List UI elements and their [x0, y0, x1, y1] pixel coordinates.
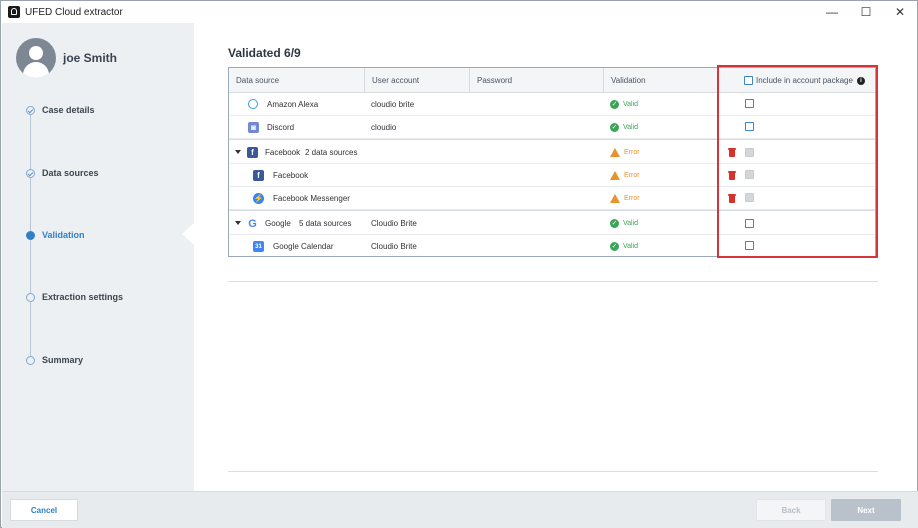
- footer-bar: Cancel Back Next: [2, 491, 918, 528]
- step-pending-icon: [26, 292, 35, 302]
- step-label: Data sources: [42, 168, 99, 178]
- step-case-details[interactable]: Case details: [26, 105, 95, 115]
- row-source-count: 2 data sources: [305, 148, 358, 157]
- wizard-sidebar: joe Smith Case details Data sources Vali…: [2, 23, 195, 491]
- check-circle-icon: ✓: [610, 123, 619, 132]
- include-checkbox[interactable]: [745, 99, 754, 108]
- row-source-name: Facebook: [273, 171, 309, 180]
- table-row[interactable]: ◙ Discord cloudio ✓ Valid: [229, 116, 875, 139]
- row-source-name: Discord: [267, 123, 295, 132]
- table-row[interactable]: 31 Google Calendar Cloudio Brite ✓ Valid: [229, 235, 875, 258]
- include-checkbox[interactable]: [745, 219, 754, 228]
- row-user-account: Cloudio Brite: [371, 242, 417, 251]
- step-pending-icon: [26, 355, 35, 365]
- step-validation[interactable]: Validation: [26, 230, 85, 240]
- facebook-icon: f: [253, 170, 264, 181]
- delete-icon[interactable]: [728, 171, 736, 180]
- step-done-icon: [26, 105, 35, 115]
- user-name: joe Smith: [63, 51, 118, 65]
- column-header-validation[interactable]: Validation: [604, 68, 718, 93]
- select-all-checkbox[interactable]: [744, 76, 753, 85]
- row-user-account: cloudio: [371, 123, 397, 132]
- include-header-label: Include in account package: [756, 76, 853, 85]
- maximize-button[interactable]: ☐: [849, 1, 883, 23]
- window-controls: — ☐ ✕: [815, 1, 917, 23]
- table-row-group[interactable]: f Facebook 2 data sources Error: [229, 139, 875, 164]
- status-error: Error: [610, 164, 640, 187]
- include-checkbox: [745, 148, 754, 157]
- next-button[interactable]: Next: [831, 499, 901, 521]
- row-source-name: Amazon Alexa: [267, 100, 319, 109]
- google-calendar-icon: 31: [253, 241, 264, 252]
- window-title: UFED Cloud extractor: [25, 6, 123, 18]
- warning-icon: [610, 171, 620, 180]
- delete-icon[interactable]: [728, 194, 736, 203]
- row-user-account: Cloudio Brite: [371, 219, 417, 228]
- check-circle-icon: ✓: [610, 100, 619, 109]
- row-source-name: Facebook Messenger: [273, 194, 350, 203]
- step-active-icon: [26, 230, 35, 240]
- step-extraction-settings[interactable]: Extraction settings: [26, 292, 123, 302]
- step-done-icon: [26, 168, 35, 178]
- column-header-password[interactable]: Password: [470, 68, 604, 93]
- google-icon: G: [248, 217, 257, 230]
- row-source-name: Google Calendar: [273, 242, 334, 251]
- step-label: Extraction settings: [42, 292, 124, 302]
- divider: [228, 281, 878, 282]
- status-valid: ✓ Valid: [610, 219, 639, 228]
- row-source-count: 5 data sources: [299, 219, 352, 228]
- expand-caret-icon[interactable]: [235, 150, 241, 154]
- page-title: Validated 6/9: [228, 46, 301, 60]
- status-valid: ✓ Valid: [610, 123, 639, 132]
- row-source-name: Google: [265, 219, 291, 228]
- alexa-icon: [248, 99, 258, 109]
- row-source-name: Facebook: [265, 148, 301, 157]
- include-checkbox: [745, 193, 754, 202]
- app-logo-icon: [8, 6, 20, 18]
- table-row[interactable]: Amazon Alexa cloudio brite ✓ Valid: [229, 93, 875, 116]
- status-valid: ✓ Valid: [610, 100, 639, 109]
- cancel-button[interactable]: Cancel: [10, 499, 78, 521]
- facebook-icon: f: [247, 147, 258, 158]
- active-step-pointer: [182, 222, 195, 246]
- user-avatar-icon: [16, 38, 56, 78]
- column-header-include: Include in account package i: [718, 68, 875, 93]
- column-header-user-account[interactable]: User account: [365, 68, 470, 93]
- warning-icon: [610, 194, 620, 203]
- check-circle-icon: ✓: [610, 219, 619, 228]
- step-label: Summary: [42, 355, 84, 365]
- include-checkbox[interactable]: [745, 241, 754, 250]
- info-icon[interactable]: i: [856, 76, 865, 85]
- expand-caret-icon[interactable]: [235, 221, 241, 225]
- table-row-group[interactable]: G Google 5 data sources Cloudio Brite ✓ V…: [229, 210, 875, 235]
- include-checkbox: [745, 170, 754, 179]
- row-user-account: cloudio brite: [371, 100, 415, 109]
- divider: [228, 471, 878, 472]
- title-bar: UFED Cloud extractor — ☐ ✕: [1, 1, 917, 23]
- status-error: Error: [610, 187, 640, 210]
- status-valid: ✓ Valid: [610, 242, 639, 251]
- check-circle-icon: ✓: [610, 242, 619, 251]
- discord-icon: ◙: [248, 122, 259, 133]
- warning-icon: [610, 148, 620, 157]
- step-summary[interactable]: Summary: [26, 355, 83, 365]
- table-header: Data source User account Password Valida…: [229, 68, 875, 93]
- step-label: Validation: [42, 230, 85, 240]
- status-error: Error: [610, 140, 640, 165]
- include-checkbox[interactable]: [745, 122, 754, 131]
- app-window: UFED Cloud extractor — ☐ ✕ joe Smith Cas…: [0, 0, 918, 528]
- messenger-icon: ⚡: [253, 193, 264, 204]
- back-button[interactable]: Back: [756, 499, 826, 521]
- minimize-button[interactable]: —: [815, 1, 849, 23]
- delete-icon[interactable]: [728, 148, 736, 157]
- table-row[interactable]: f Facebook Error: [229, 164, 875, 187]
- validation-table: Data source User account Password Valida…: [228, 67, 876, 257]
- step-data-sources[interactable]: Data sources: [26, 168, 99, 178]
- step-label: Case details: [42, 105, 95, 115]
- column-header-data-source[interactable]: Data source: [229, 68, 365, 93]
- close-button[interactable]: ✕: [883, 1, 917, 23]
- table-row[interactable]: ⚡ Facebook Messenger Error: [229, 187, 875, 210]
